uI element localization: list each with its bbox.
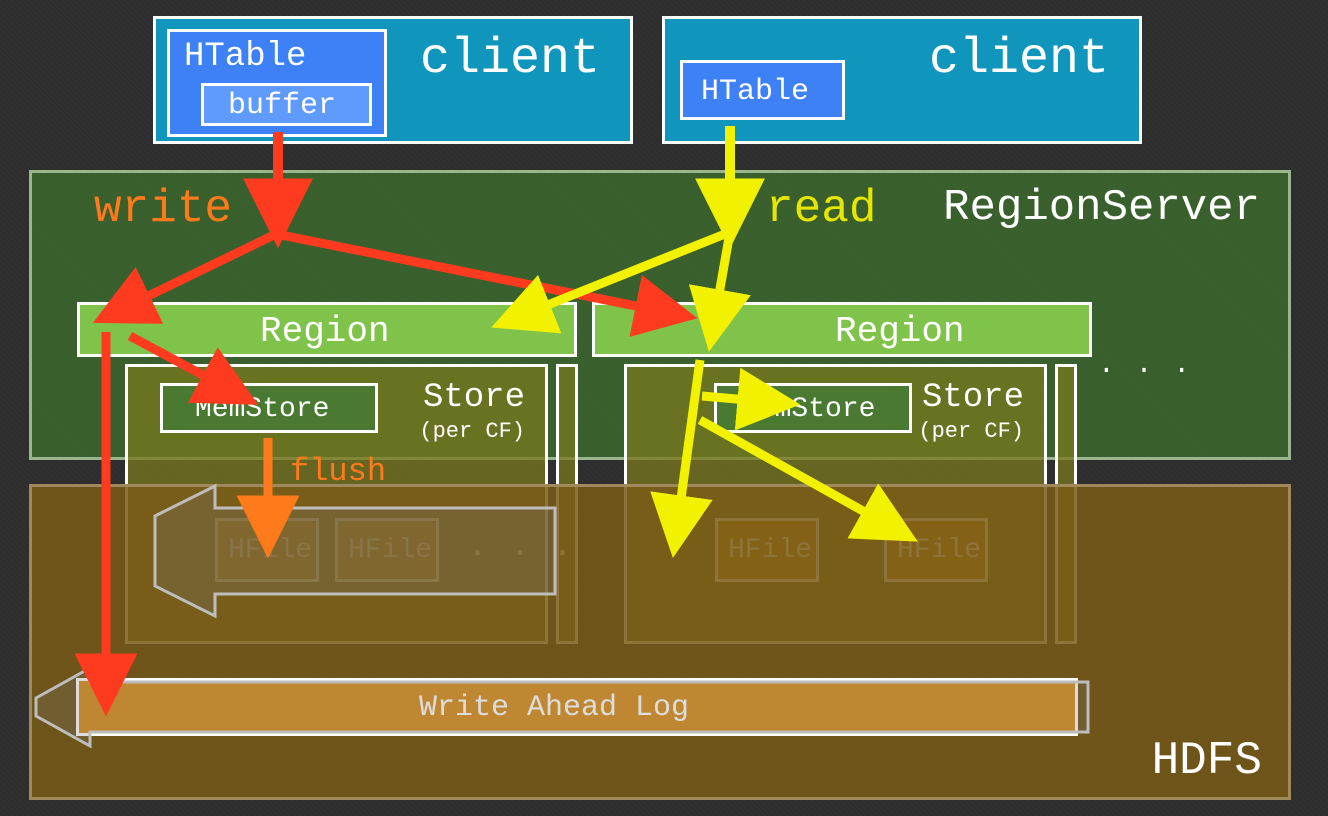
memstore-right-label: MemStore: [741, 394, 875, 425]
read-label: read: [766, 183, 876, 235]
wal-label: Write Ahead Log: [419, 691, 689, 725]
region-right: Region: [592, 302, 1092, 357]
wal: Write Ahead Log: [76, 678, 1078, 736]
memstore-right: MemStore: [714, 383, 912, 433]
region-dots: . . .: [1098, 350, 1192, 381]
hdfs-label: HDFS: [1152, 735, 1262, 787]
client-right-htable-label: HTable: [701, 75, 809, 109]
store-left-label: Store: [423, 379, 525, 417]
client-left-title: client: [420, 31, 600, 88]
client-right-title: client: [929, 31, 1109, 88]
region-right-title: Region: [835, 311, 965, 352]
client-left-buffer-label: buffer: [228, 89, 336, 123]
memstore-left: MemStore: [160, 383, 378, 433]
region-left: Region: [77, 302, 577, 357]
write-label: write: [94, 183, 232, 235]
store-right-label: Store: [922, 379, 1024, 417]
client-right-htable: HTable: [680, 60, 845, 120]
hdfs-box: HDFS: [29, 484, 1291, 800]
store-left-percf: (per CF): [419, 419, 525, 444]
region-left-title: Region: [260, 311, 390, 352]
memstore-left-label: MemStore: [195, 394, 329, 425]
client-left-htable-label: HTable: [184, 38, 306, 76]
client-left-buffer: buffer: [201, 83, 372, 126]
region-server-label: RegionServer: [943, 183, 1260, 233]
store-right-percf: (per CF): [918, 419, 1024, 444]
flush-label: flush: [290, 453, 386, 490]
